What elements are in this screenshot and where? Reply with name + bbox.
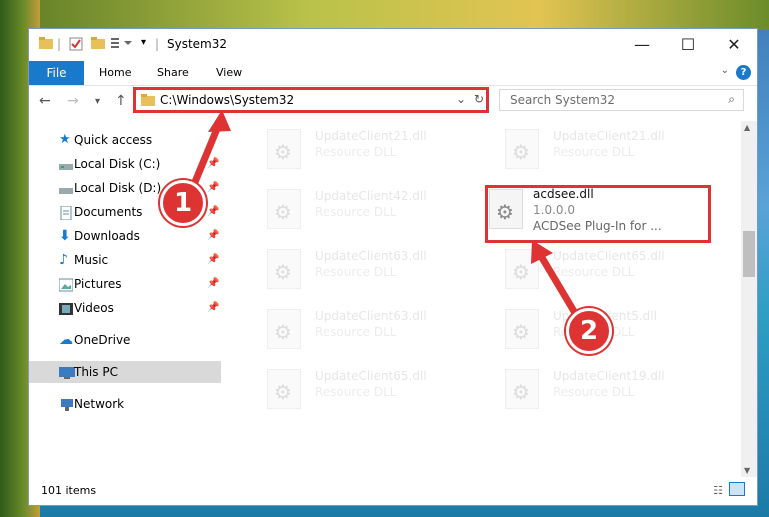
arrow-1-shaft [191, 120, 223, 186]
callout-badge-2: 2 [566, 308, 612, 354]
arrow-1-head [208, 110, 231, 132]
callout-arrows [191, 110, 582, 322]
arrow-2-shaft [537, 252, 582, 322]
callout-badge-1: 1 [160, 180, 206, 226]
